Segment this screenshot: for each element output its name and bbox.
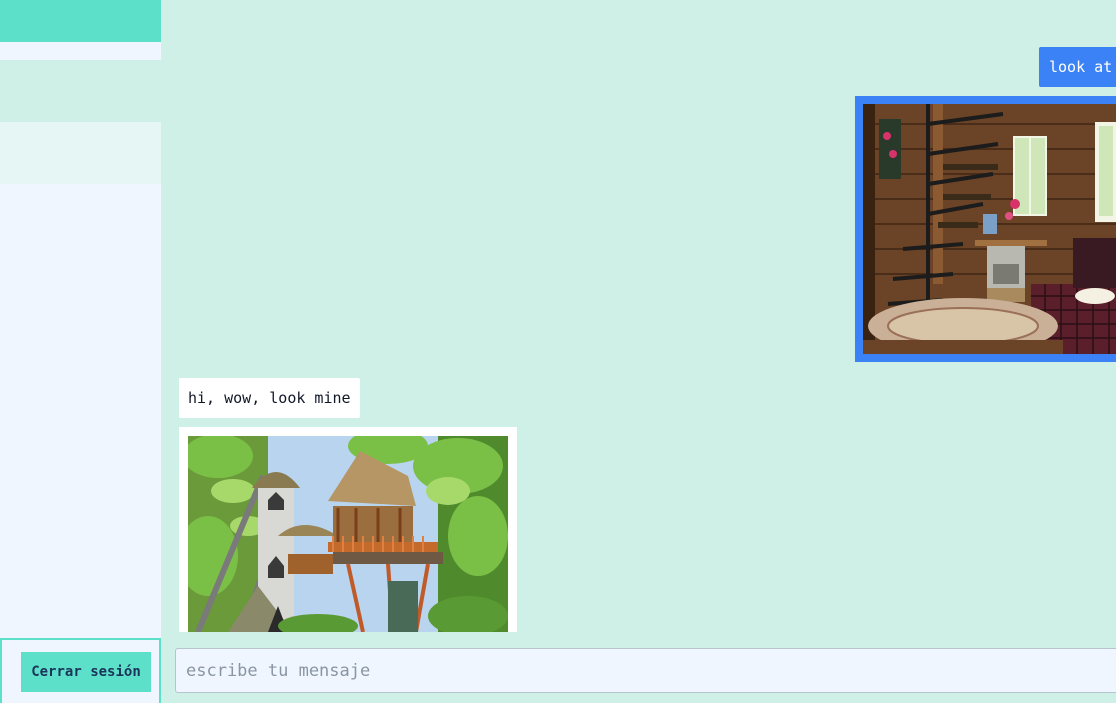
cabin-interior-image — [863, 104, 1116, 354]
outgoing-message-bubble: look at — [1039, 47, 1116, 87]
treehouse-image — [188, 436, 508, 632]
logout-button[interactable]: Cerrar sesión — [21, 652, 151, 692]
message-input[interactable] — [176, 649, 1116, 692]
sidebar: Cerrar sesión — [0, 0, 161, 703]
sidebar-footer: Cerrar sesión — [0, 638, 161, 703]
sidebar-conversation-item[interactable] — [0, 60, 161, 122]
incoming-image-message[interactable] — [179, 427, 517, 632]
incoming-message-bubble: hi, wow, look mine — [179, 378, 360, 418]
chat-panel: look at hi, wow, look mine escribe tu me… — [161, 0, 1116, 703]
sidebar-header — [0, 0, 161, 42]
message-composer — [175, 648, 1116, 693]
outgoing-image-message[interactable] — [855, 96, 1116, 362]
sidebar-conversation-item[interactable] — [0, 122, 161, 184]
